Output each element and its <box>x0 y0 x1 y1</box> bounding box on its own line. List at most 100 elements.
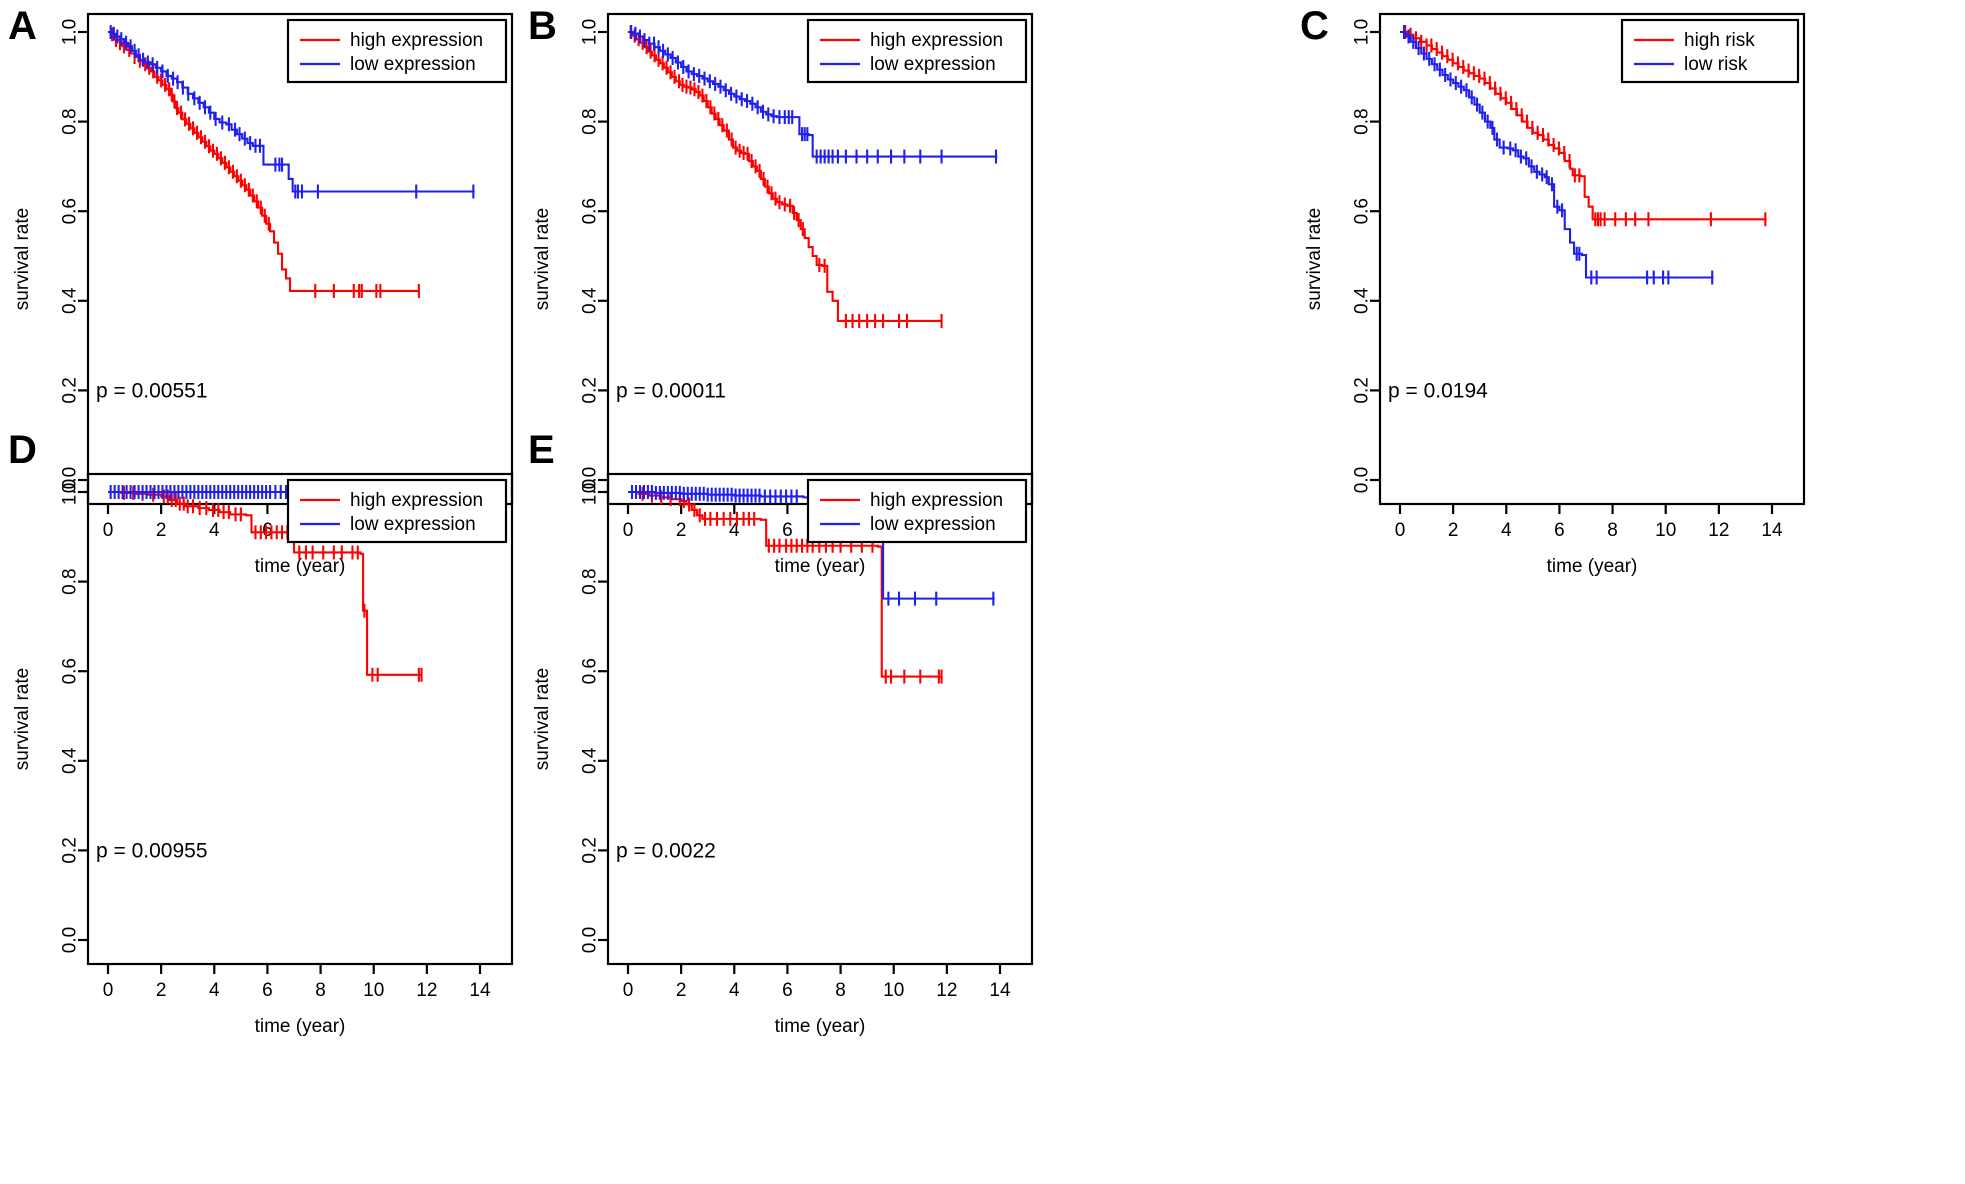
y-tick-label: 0.4 <box>60 287 81 314</box>
legend-label: low expression <box>350 54 476 75</box>
y-tick-label: 1.0 <box>60 19 81 45</box>
plot-frame <box>86 12 514 506</box>
x-tick-label: 14 <box>989 520 1011 541</box>
p-value-label: p = 0.00011 <box>616 379 726 402</box>
x-tick-label: 14 <box>469 520 491 541</box>
y-tick-label: 0.0 <box>60 467 81 493</box>
x-tick-label: 6 <box>262 980 273 1001</box>
x-tick-label: 8 <box>315 520 326 541</box>
x-tick-label: 12 <box>1708 520 1729 541</box>
y-tick-label: 0.6 <box>580 198 601 224</box>
y-axis-title: survival rate <box>12 668 33 770</box>
x-tick-label: 12 <box>936 520 957 541</box>
x-tick-label: 4 <box>1501 520 1512 541</box>
y-tick-label: 0.2 <box>580 377 601 403</box>
x-tick-label: 8 <box>835 520 846 541</box>
legend-label: low risk <box>1684 54 1748 75</box>
plot-frame <box>1378 12 1806 506</box>
x-tick-label: 2 <box>1448 520 1459 541</box>
x-tick-label: 10 <box>363 980 384 1001</box>
y-axis-title: survival rate <box>532 668 553 770</box>
legend-label: low expression <box>870 514 996 535</box>
x-tick-label: 0 <box>1395 520 1406 541</box>
y-tick-label: 0.6 <box>1352 198 1373 224</box>
y-tick-label: 0.4 <box>580 287 601 314</box>
x-tick-label: 0 <box>623 520 634 541</box>
x-tick-label: 14 <box>1761 520 1783 541</box>
p-value-label: p = 0.0194 <box>1388 379 1488 402</box>
x-tick-label: 2 <box>676 520 687 541</box>
legend-box <box>806 18 1028 84</box>
km-curve-low-expression <box>628 30 998 158</box>
legend-label: high expression <box>870 30 1003 51</box>
x-tick-label: 0 <box>623 980 634 1001</box>
y-tick-label: 1.0 <box>580 19 601 45</box>
panel-letter-C: C <box>1300 4 1329 48</box>
y-tick-label: 1.0 <box>580 479 601 505</box>
p-value-label: p = 0.00551 <box>96 379 208 402</box>
y-tick-label: 0.6 <box>580 658 601 684</box>
y-tick-label: 1.0 <box>1352 19 1373 45</box>
y-tick-label: 0.6 <box>60 198 81 224</box>
legend-label: high expression <box>350 30 483 51</box>
plot-frame <box>86 472 514 966</box>
x-tick-label: 2 <box>156 520 167 541</box>
km-curve-high-expression <box>108 490 422 676</box>
legend-label: low expression <box>870 54 996 75</box>
km-curve-low-expression <box>108 30 475 193</box>
x-tick-label: 10 <box>883 980 904 1001</box>
x-tick-label: 10 <box>363 520 384 541</box>
x-tick-label: 4 <box>209 980 220 1001</box>
p-value-label: p = 0.00955 <box>96 839 208 862</box>
plot-frame <box>606 12 1034 506</box>
figure-root: A 0.0 0.2 0.4 0.6 0.8 1.0 0 2 4 6 8 10 12 14 survival r… <box>0 0 1965 1184</box>
x-tick-label: 12 <box>936 980 957 1001</box>
y-tick-label: 0.2 <box>60 837 81 863</box>
x-tick-label: 2 <box>156 980 167 1001</box>
y-tick-label: 0.2 <box>1352 377 1373 403</box>
x-tick-label: 4 <box>729 520 740 541</box>
panel-letter-B: B <box>528 4 557 48</box>
y-tick-label: 0.4 <box>1352 287 1373 314</box>
p-value-label: p = 0.0022 <box>616 839 716 862</box>
x-tick-label: 4 <box>729 980 740 1001</box>
x-axis-title: time (year) <box>1547 556 1638 577</box>
x-tick-label: 10 <box>883 520 904 541</box>
y-tick-label: 0.4 <box>580 747 601 774</box>
legend-box <box>1620 18 1800 84</box>
x-tick-label: 8 <box>1607 520 1618 541</box>
y-tick-label: 0.0 <box>580 927 601 953</box>
y-tick-label: 0.0 <box>580 467 601 493</box>
y-axis-title: survival rate <box>532 208 553 310</box>
x-axis-title: time (year) <box>775 556 866 577</box>
y-tick-label: 0.8 <box>60 108 81 134</box>
x-tick-label: 6 <box>782 980 793 1001</box>
legend-label: high expression <box>350 490 483 511</box>
x-tick-label: 6 <box>1554 520 1565 541</box>
x-tick-label: 12 <box>416 520 437 541</box>
x-axis-title: time (year) <box>255 556 346 577</box>
km-curve-low-risk <box>1400 30 1714 279</box>
panel-letter-D: D <box>8 428 37 472</box>
panel-letter-E: E <box>528 428 555 472</box>
y-tick-label: 0.8 <box>1352 108 1373 134</box>
panel-letter-A: A <box>8 4 37 48</box>
x-axis-title: time (year) <box>255 1016 346 1037</box>
x-tick-label: 6 <box>262 520 273 541</box>
x-tick-label: 12 <box>416 980 437 1001</box>
km-curve-high-expression <box>628 30 942 323</box>
km-curve-low-expression <box>628 490 995 600</box>
y-axis-title: survival rate <box>12 208 33 310</box>
x-tick-label: 6 <box>782 520 793 541</box>
x-tick-label: 8 <box>835 980 846 1001</box>
km-curve-high-expression <box>628 490 942 678</box>
x-tick-label: 4 <box>209 520 220 541</box>
x-tick-label: 14 <box>469 980 491 1001</box>
x-axis-title: time (year) <box>775 1016 866 1037</box>
legend-box <box>286 18 508 84</box>
x-tick-label: 8 <box>315 980 326 1001</box>
y-tick-label: 0.8 <box>60 568 81 594</box>
y-tick-label: 0.6 <box>60 658 81 684</box>
legend-label: high risk <box>1684 30 1755 51</box>
legend-box <box>806 478 1028 544</box>
